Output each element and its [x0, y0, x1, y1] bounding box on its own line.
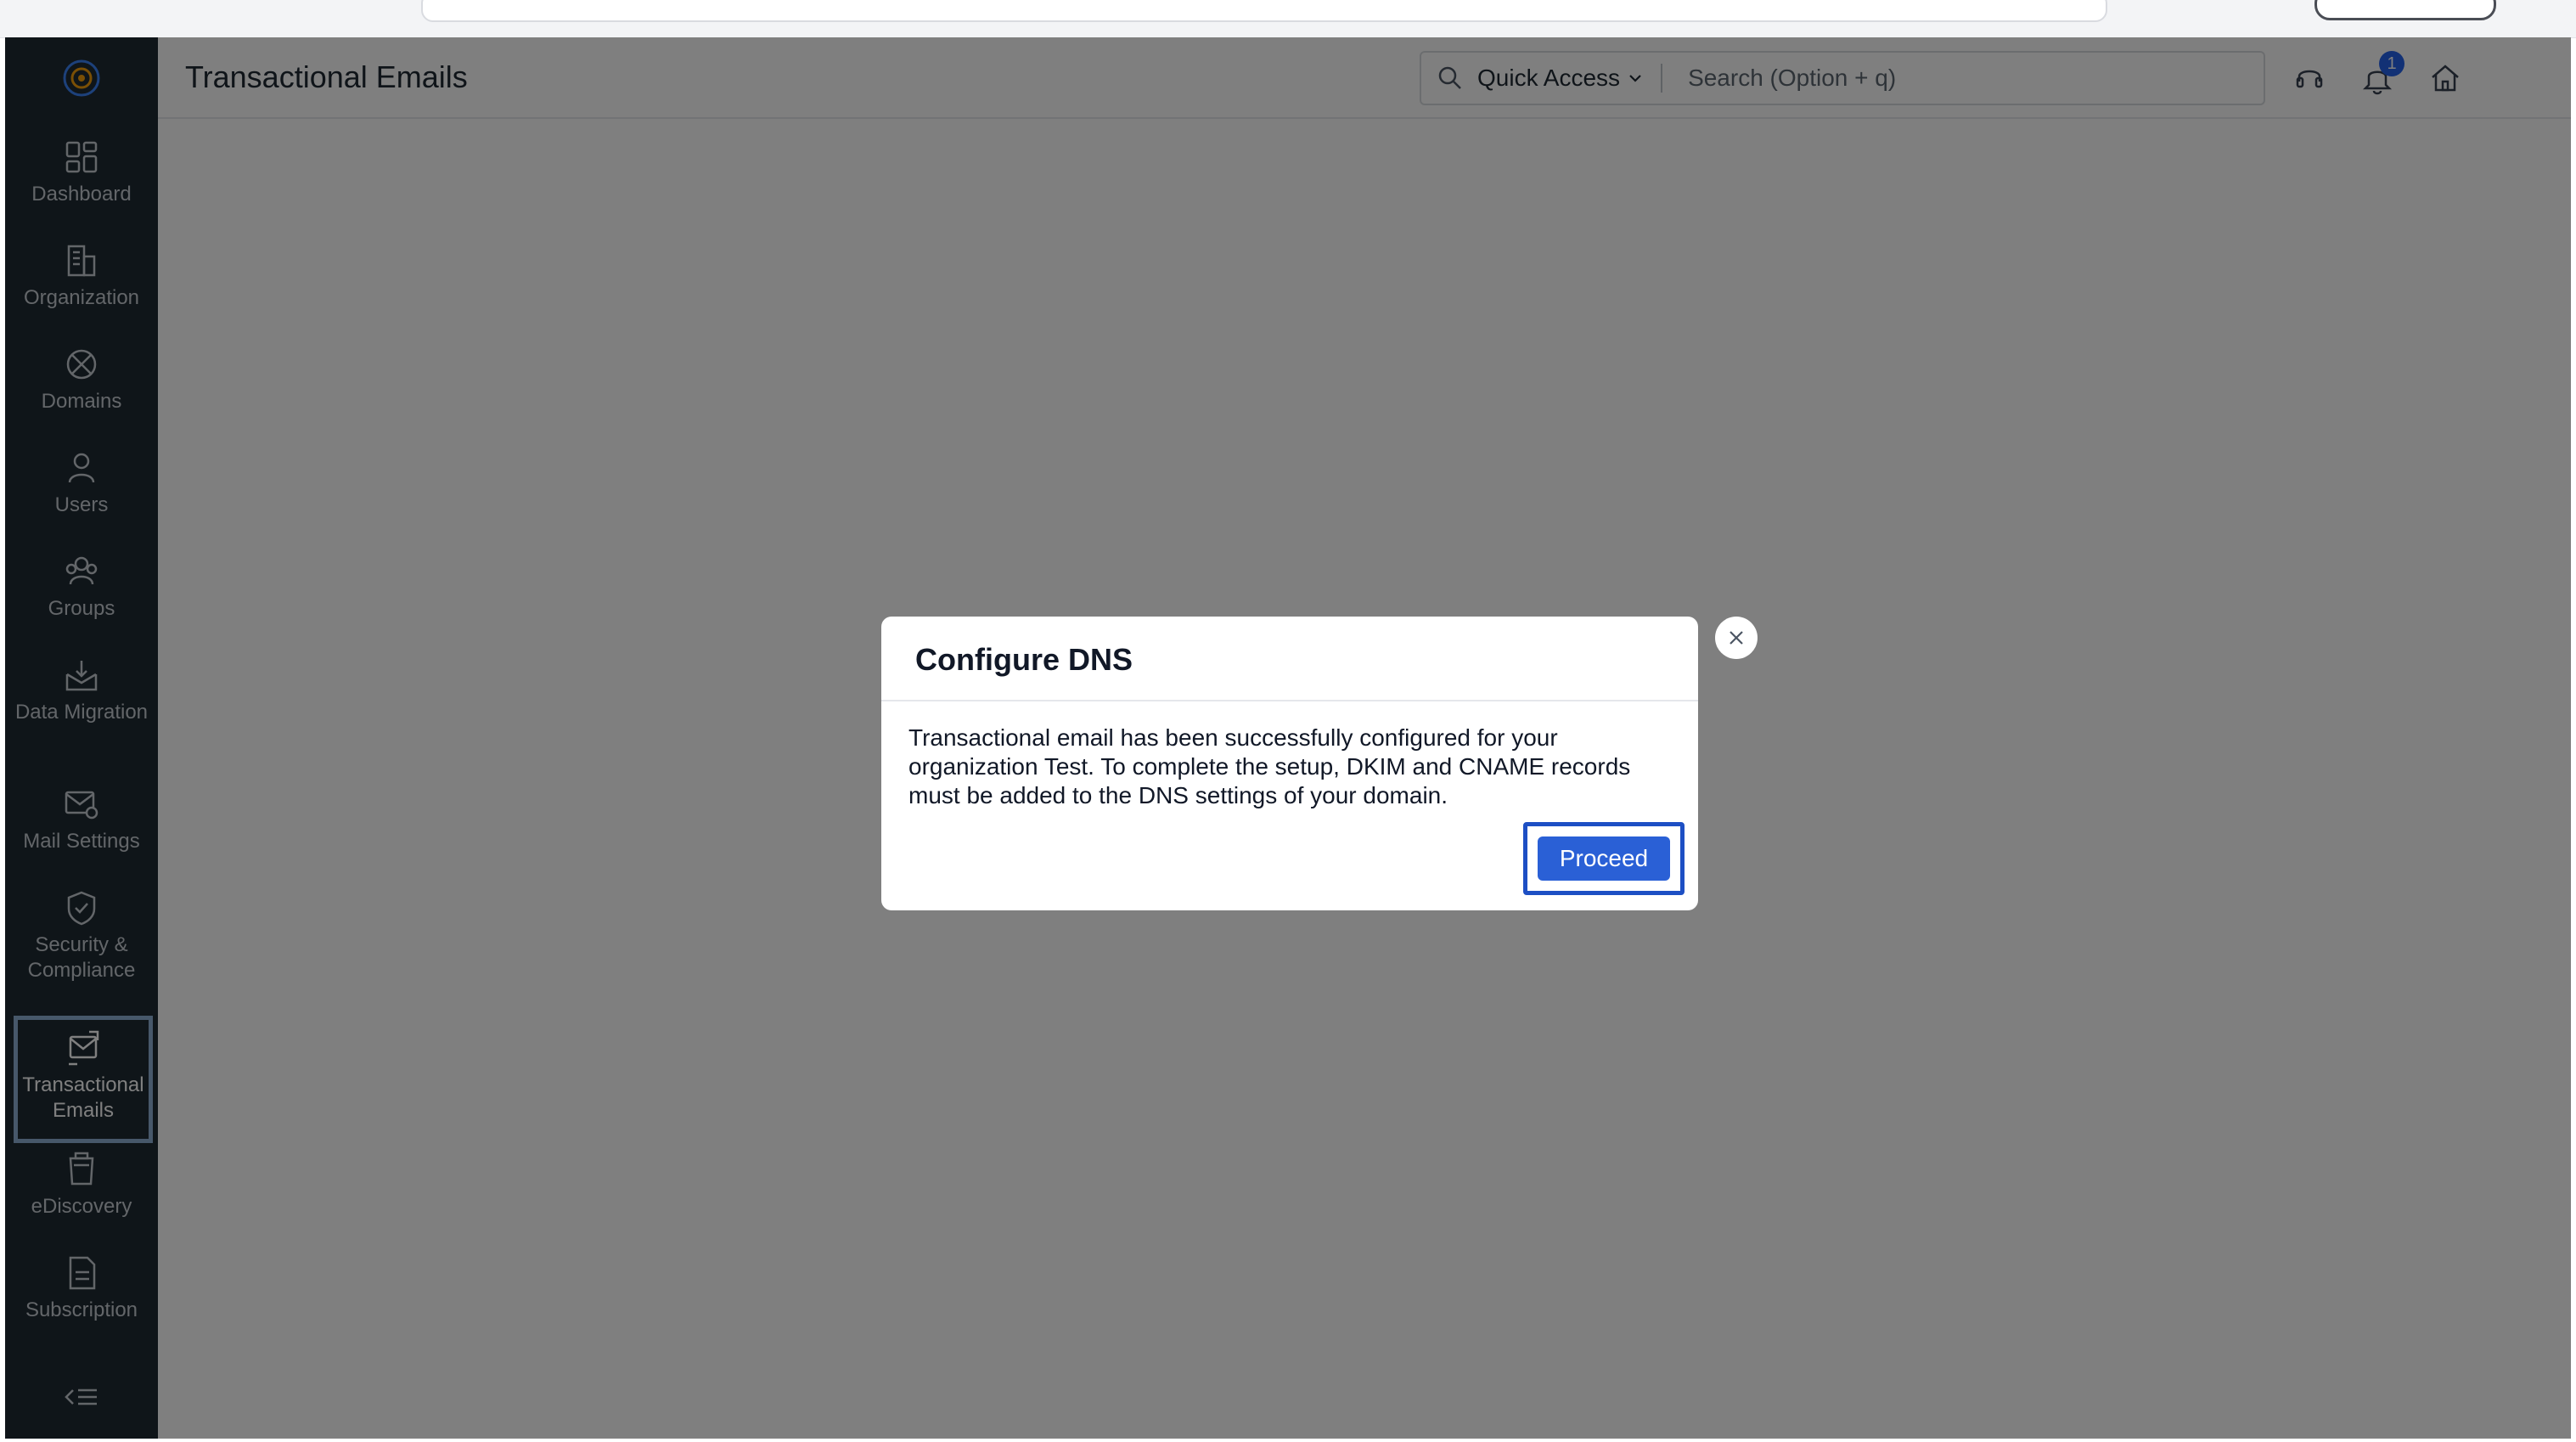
dialog-close-button[interactable]: [1715, 617, 1758, 659]
dialog-divider: [881, 700, 1698, 701]
close-icon: [1730, 631, 1743, 645]
app-window: Dashboard Organization Domains: [5, 37, 2571, 1439]
proceed-button[interactable]: Proceed: [1538, 836, 1670, 881]
proceed-focus-outline: Proceed: [1523, 822, 1685, 895]
browser-profile-pill[interactable]: [2314, 0, 2496, 20]
dialog-message: Transactional email has been successfull…: [908, 724, 1631, 808]
configure-dns-dialog: Configure DNS Transactional email has be…: [881, 617, 1698, 910]
browser-address-bar[interactable]: [421, 0, 2107, 22]
browser-chrome: [0, 0, 2576, 38]
dialog-title: Configure DNS: [915, 642, 1133, 677]
